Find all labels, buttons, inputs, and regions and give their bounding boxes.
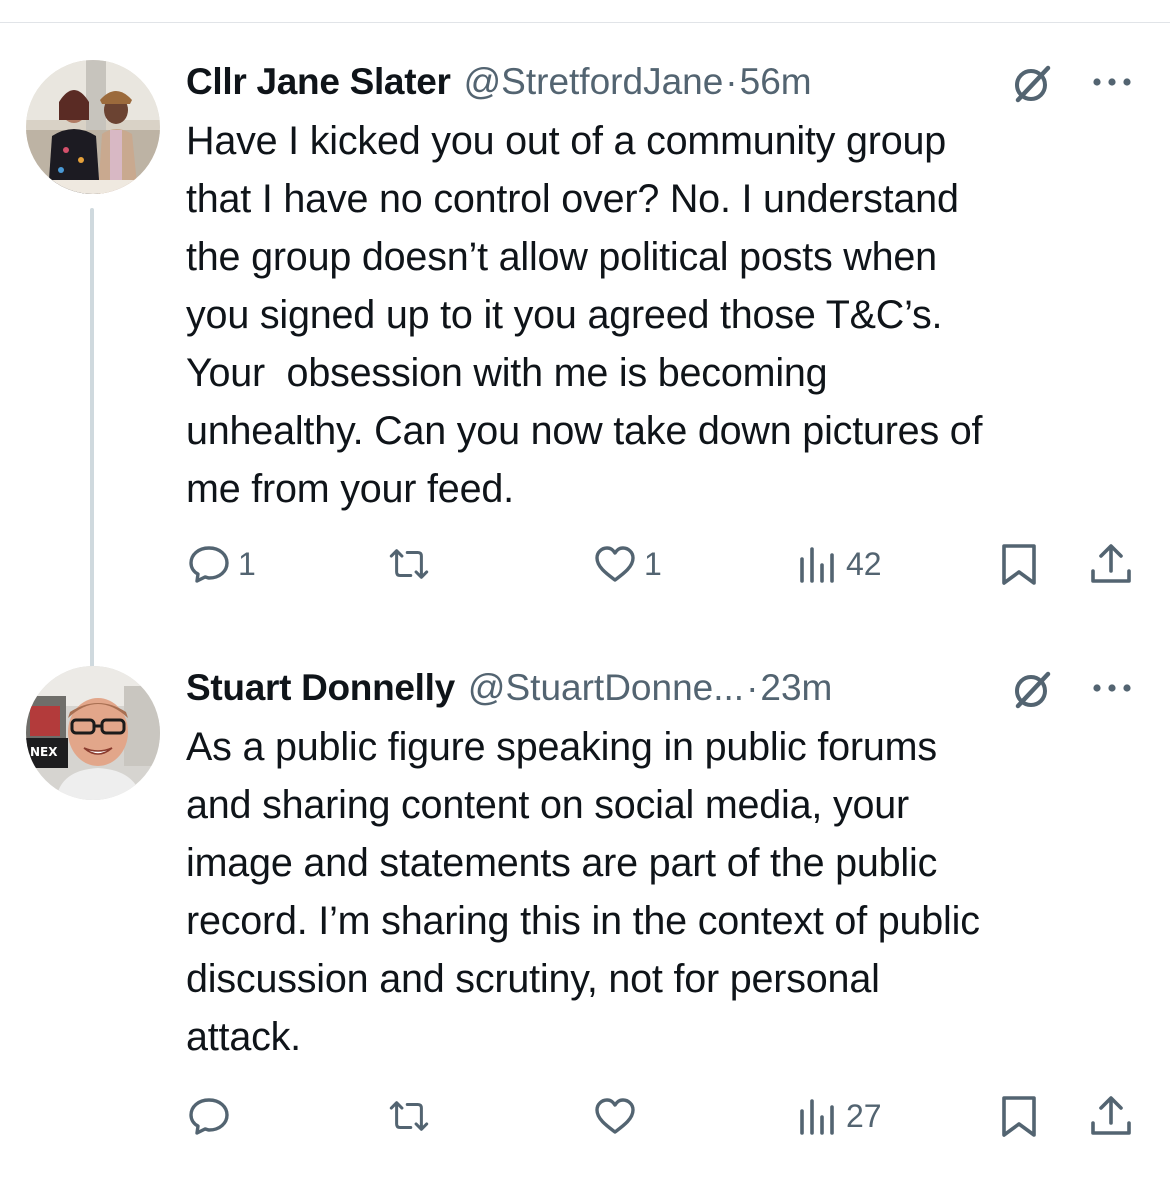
separator-dot: ·	[725, 61, 738, 102]
action-bar: 1 1 42	[0, 536, 1170, 592]
speech-bubble-icon	[189, 1098, 229, 1135]
bookmark-button[interactable]	[996, 536, 1042, 592]
more-dots-icon[interactable]	[1088, 670, 1136, 706]
avatar-photo: NEX	[26, 666, 160, 800]
top-divider	[0, 22, 1170, 23]
separator-dot: ·	[746, 667, 759, 708]
user-handle[interactable]: @StretfordJane	[464, 61, 724, 103]
retweet-button[interactable]	[386, 536, 438, 592]
heart-icon	[595, 1098, 635, 1134]
display-name[interactable]: Stuart Donnelly	[186, 667, 455, 709]
share-upload-icon	[1091, 544, 1131, 583]
bookmark-icon	[1002, 1096, 1036, 1137]
display-name[interactable]: Cllr Jane Slater	[186, 61, 451, 103]
retweet-button[interactable]	[386, 1088, 438, 1144]
speech-bubble-icon	[189, 546, 229, 583]
timestamp[interactable]: 56m	[740, 61, 812, 103]
share-button[interactable]	[1088, 1088, 1134, 1144]
share-button[interactable]	[1088, 536, 1134, 592]
avatar-photo	[26, 60, 160, 194]
grok-icon[interactable]	[1010, 62, 1054, 106]
tweet-text: Have I kicked you out of a community gro…	[186, 119, 983, 511]
reply-button[interactable]	[186, 1088, 238, 1144]
view-count: 42	[846, 545, 882, 582]
share-upload-icon	[1091, 1096, 1131, 1135]
svg-text:NEX: NEX	[30, 745, 58, 759]
reply-count: 1	[238, 545, 256, 582]
action-bar: 27	[0, 1088, 1170, 1144]
views-button[interactable]: 27	[794, 1088, 882, 1144]
like-button[interactable]: 1	[592, 536, 662, 592]
retweet-icon	[389, 1101, 429, 1131]
bar-chart-icon	[800, 1099, 834, 1135]
avatar[interactable]	[26, 60, 160, 194]
bar-chart-icon	[800, 547, 834, 583]
user-handle[interactable]: @StuartDonne...	[468, 667, 744, 709]
like-count: 1	[644, 545, 662, 582]
like-button[interactable]	[592, 1088, 644, 1144]
heart-icon	[595, 546, 635, 582]
tweet-header: Cllr Jane Slater @StretfordJane · 56m	[186, 58, 1150, 106]
bookmark-button[interactable]	[996, 1088, 1042, 1144]
view-count: 27	[846, 1097, 882, 1134]
views-button[interactable]: 42	[794, 536, 882, 592]
tweet-content: Cllr Jane Slater @StretfordJane · 56m Ha…	[186, 58, 1150, 518]
grok-icon[interactable]	[1010, 668, 1054, 712]
thread-connector-line	[90, 208, 94, 713]
bookmark-icon	[1002, 544, 1036, 585]
tweet-content: Stuart Donnelly @StuartDonne... · 23m As…	[186, 664, 1150, 1066]
reply-button[interactable]: 1	[186, 536, 256, 592]
avatar[interactable]: NEX	[26, 666, 160, 800]
timestamp[interactable]: 23m	[760, 667, 832, 709]
tweet-header: Stuart Donnelly @StuartDonne... · 23m	[186, 664, 1150, 712]
more-dots-icon[interactable]	[1088, 64, 1136, 100]
retweet-icon	[389, 549, 429, 579]
tweet-text: As a public figure speaking in public fo…	[186, 725, 980, 1059]
